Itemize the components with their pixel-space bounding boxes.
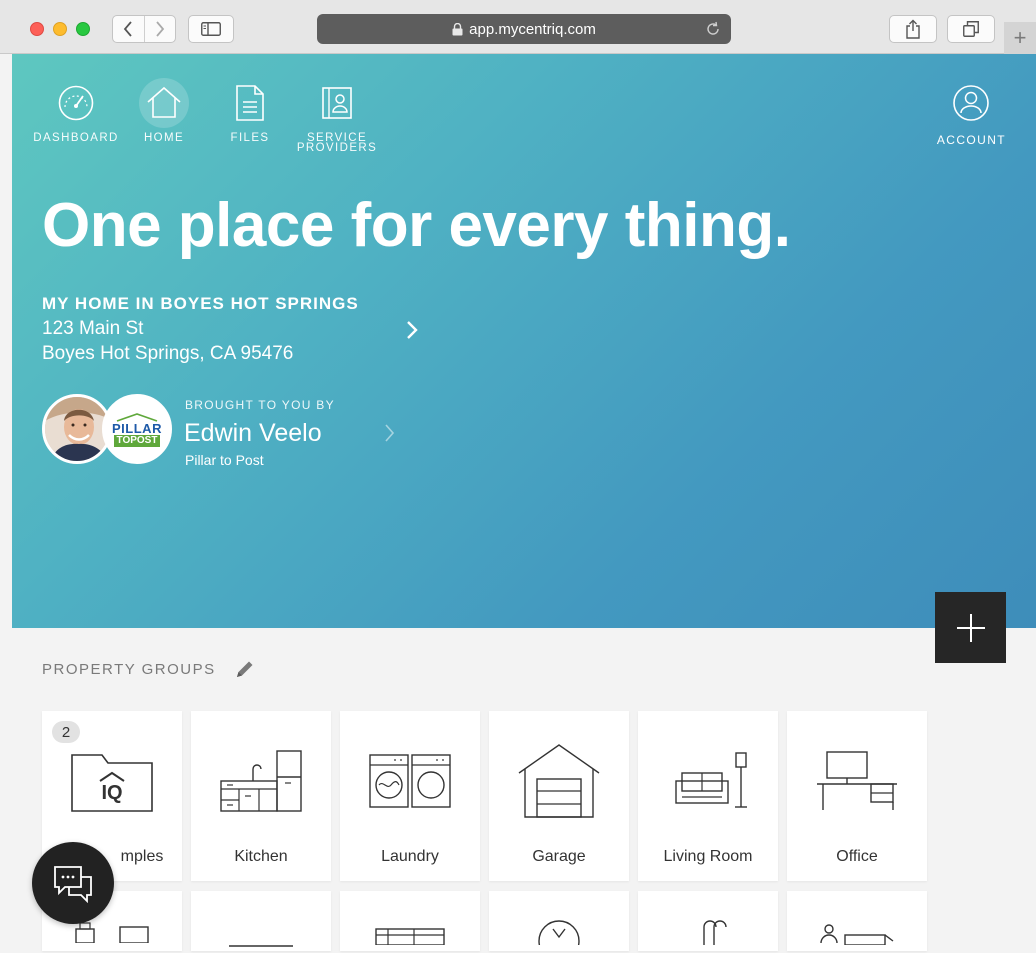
group-card-label: Office: [836, 848, 878, 865]
nav-service-providers[interactable]: SERVICE PROVIDERS: [294, 78, 380, 154]
property-groups-title: PROPERTY GROUPS: [42, 660, 216, 678]
office-icon: [787, 745, 927, 817]
forward-button[interactable]: [143, 16, 176, 42]
url-text: app.mycentriq.com: [469, 20, 596, 38]
zoom-window-button[interactable]: [76, 22, 90, 36]
nav-account[interactable]: ACCOUNT: [937, 78, 1006, 147]
group-card-row2-3[interactable]: [340, 891, 480, 951]
browser-toolbar: app.mycentriq.com +: [0, 0, 1036, 54]
hero-banner: DASHBOARD HOME FILES SERVICE PROVIDERS A…: [12, 54, 1036, 628]
nav-files-label: FILES: [230, 132, 270, 144]
company-logo: PILLAR TOPOST: [102, 394, 172, 464]
pool-ladder-icon: [690, 919, 730, 950]
property-name[interactable]: MY HOME IN BOYES HOT SPRINGS: [42, 294, 359, 314]
group-card-row2-5[interactable]: [638, 891, 778, 951]
group-card-label: Laundry: [381, 848, 439, 865]
history-nav: [112, 15, 176, 43]
sidebar-toggle-button[interactable]: [188, 15, 234, 43]
agent-name[interactable]: Edwin Veelo: [184, 419, 322, 448]
property-address-line1: 123 Main St: [42, 318, 144, 339]
gauge-icon: [51, 78, 101, 128]
nav-account-label: ACCOUNT: [936, 133, 1006, 147]
tabs-icon: [963, 21, 979, 37]
share-button[interactable]: [889, 15, 937, 43]
laundry-icon: [340, 745, 480, 817]
sidebar-icon: [201, 22, 221, 36]
group-card-row2-4[interactable]: [489, 891, 629, 953]
kitchen-icon: [191, 745, 331, 817]
nav-dashboard-label: DASHBOARD: [33, 132, 119, 144]
address-bar[interactable]: app.mycentriq.com: [317, 14, 731, 44]
brought-by-label: BROUGHT TO YOU BY: [185, 398, 335, 412]
agent-company: Pillar to Post: [185, 452, 264, 468]
group-card-row2-6[interactable]: [787, 891, 927, 951]
group-card-living-room[interactable]: Living Room: [638, 711, 778, 881]
reload-icon[interactable]: [705, 21, 721, 41]
logo-text-top: PILLAR: [112, 420, 162, 436]
property-chevron-icon[interactable]: [405, 318, 419, 347]
contact-book-icon: [312, 78, 362, 128]
nav-home-label: HOME: [143, 132, 185, 144]
group-card-office[interactable]: Office: [787, 711, 927, 881]
svg-text:IQ: IQ: [101, 782, 122, 804]
chevron-right-icon: [156, 21, 164, 37]
shelf-icon: [374, 927, 446, 950]
nav-service-providers-label-line2: PROVIDERS: [296, 142, 378, 154]
group-card-label: Kitchen: [234, 848, 288, 865]
folder-iq-icon: IQ: [42, 745, 182, 817]
lock-icon: [452, 22, 463, 36]
chat-icon: [54, 866, 92, 903]
plus-icon: [956, 613, 985, 642]
section-title: PROPERTY GROUPS: [42, 658, 256, 680]
item-count-badge: 2: [52, 721, 80, 743]
group-card-label: Living Room: [663, 848, 753, 865]
nav-home[interactable]: HOME: [122, 78, 206, 144]
appliances-icon: [70, 921, 154, 948]
home-icon: [139, 78, 189, 128]
agent-chevron-icon[interactable]: [384, 422, 396, 449]
outdoor-icon: [817, 921, 897, 950]
living-room-icon: [638, 745, 778, 817]
group-card-row2-2[interactable]: [191, 891, 331, 951]
nav-dashboard[interactable]: DASHBOARD: [33, 78, 119, 144]
back-button[interactable]: [113, 16, 144, 42]
roof-logo-icon: [116, 412, 158, 422]
file-icon: [225, 78, 275, 128]
group-card-garage[interactable]: Garage: [489, 711, 629, 881]
clock-icon: [537, 919, 581, 953]
pencil-icon[interactable]: [234, 658, 256, 680]
new-tab-button[interactable]: +: [1004, 22, 1036, 54]
minimize-window-button[interactable]: [53, 22, 67, 36]
add-button[interactable]: [935, 592, 1006, 663]
group-card-kitchen[interactable]: Kitchen: [191, 711, 331, 881]
garage-icon: [489, 744, 629, 818]
group-card-label: Garage: [532, 848, 586, 865]
user-circle-icon: [946, 78, 996, 128]
tab-overview-button[interactable]: [947, 15, 995, 43]
bed-icon: [219, 935, 303, 953]
logo-text-bottom: TOPOST: [113, 434, 161, 447]
group-card-laundry[interactable]: Laundry: [340, 711, 480, 881]
nav-files[interactable]: FILES: [210, 78, 290, 144]
chat-button[interactable]: [32, 842, 114, 924]
page-title: One place for every thing.: [42, 191, 791, 260]
share-icon: [906, 19, 920, 39]
close-window-button[interactable]: [30, 22, 44, 36]
property-address-line2: Boyes Hot Springs, CA 95476: [42, 343, 294, 364]
chevron-left-icon: [124, 21, 132, 37]
